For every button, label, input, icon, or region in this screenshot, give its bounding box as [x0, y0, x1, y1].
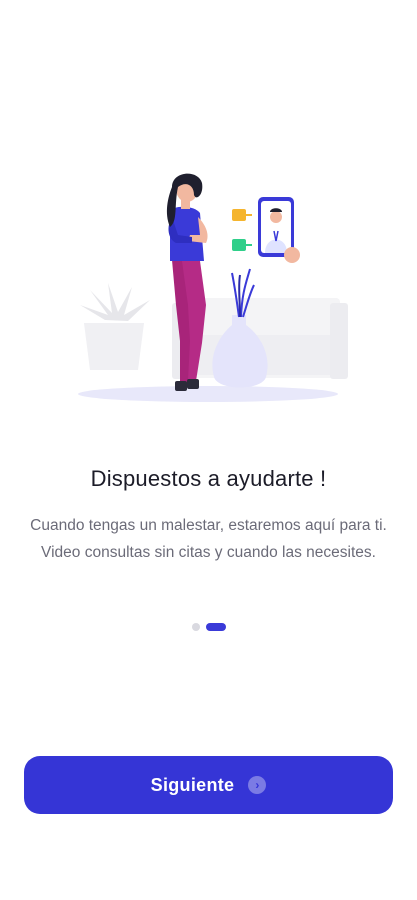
page-description: Cuando tengas un malestar, estaremos aqu…	[30, 517, 387, 561]
onboarding-screen: Dispuestos a ayudarte ! Cuando tengas un…	[0, 0, 417, 900]
page-title: Dispuestos a ayudarte !	[90, 466, 327, 491]
page-indicator-dot-1[interactable]	[191, 623, 200, 631]
page-indicator	[0, 622, 417, 632]
next-button[interactable]: Siguiente ›	[24, 756, 393, 814]
next-button-label: Siguiente	[150, 774, 235, 795]
chevron-right-circle-icon: ›	[248, 776, 267, 794]
woman-video-call-doctor-illustration	[60, 165, 360, 410]
page-indicator-dot-2-active[interactable]	[205, 623, 226, 631]
